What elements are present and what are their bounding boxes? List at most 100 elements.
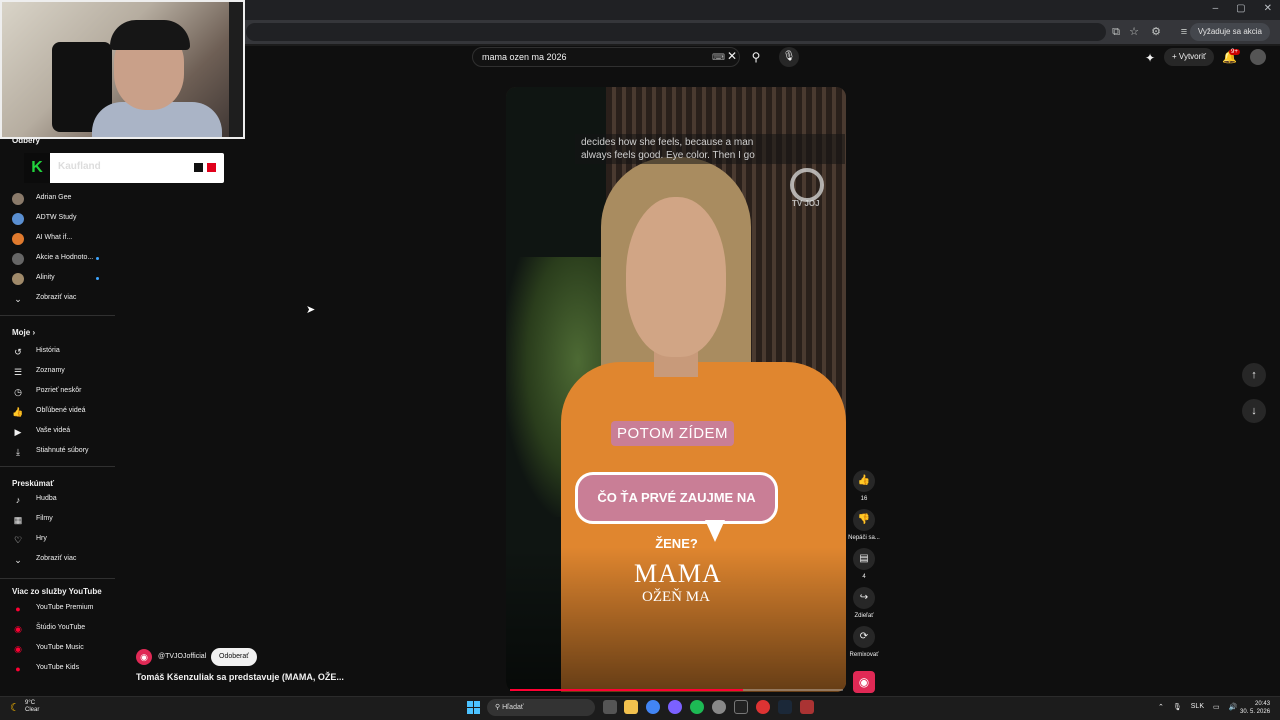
file-explorer-icon[interactable] bbox=[624, 700, 638, 714]
sidebar-item-show-more[interactable]: ⌄ Zobraziť viac bbox=[0, 290, 115, 308]
taskbar-clock[interactable]: 20:43 30. 5. 2026 bbox=[1240, 700, 1270, 716]
bookmark-star-icon[interactable]: ☆ bbox=[1126, 24, 1142, 40]
minimize-button[interactable]: – bbox=[1213, 3, 1219, 14]
task-view-icon[interactable] bbox=[603, 700, 617, 714]
mouse-cursor-icon: ➤ bbox=[306, 304, 316, 316]
channel-avatar-icon[interactable]: ◉ bbox=[136, 649, 152, 665]
channel-label: Akcie a Hodnoto... bbox=[36, 254, 94, 261]
weather-widget[interactable]: 9°C Clear bbox=[25, 700, 39, 714]
discord-icon[interactable] bbox=[668, 700, 682, 714]
share-label: Zdieľať bbox=[854, 613, 874, 619]
channel-handle[interactable]: @TVJOJofficial bbox=[158, 653, 206, 660]
streamlabs-icon[interactable] bbox=[756, 700, 770, 714]
sidebar-item-games[interactable]: ♡ Hry bbox=[0, 531, 115, 549]
keyboard-icon[interactable]: ⌨ bbox=[712, 52, 725, 63]
sidebar-item-liked[interactable]: 👍 Obľúbené videá bbox=[0, 403, 115, 421]
maximize-button[interactable]: ▢ bbox=[1236, 3, 1245, 14]
sidebar-item-youtube-studio[interactable]: ◉ Štúdio YouTube bbox=[0, 620, 115, 638]
games-icon: ♡ bbox=[13, 535, 23, 545]
person-face bbox=[626, 197, 726, 357]
more-from-youtube-heading: Viac zo služby YouTube bbox=[12, 587, 102, 596]
new-content-dot bbox=[96, 257, 99, 260]
sidebar-item-youtube-kids[interactable]: ● YouTube Kids bbox=[0, 660, 115, 678]
sidebar-item-label: YouTube Music bbox=[36, 644, 84, 651]
caption-line: always feels good. Eye color. Then I go bbox=[581, 150, 755, 161]
like-button[interactable]: 👍 bbox=[853, 470, 875, 492]
subtitle-caption: decides how she feels, because a man alw… bbox=[575, 134, 845, 164]
my-heading[interactable]: Moje › bbox=[12, 328, 35, 337]
sound-thumbnail-icon[interactable]: ◉ bbox=[853, 671, 875, 693]
account-avatar[interactable] bbox=[1250, 49, 1266, 65]
microphone-tray-icon[interactable]: 🎙 bbox=[1173, 703, 1182, 711]
taskbar-search[interactable]: ⚲ Hľadať bbox=[487, 699, 595, 716]
comments-button[interactable]: ▤ bbox=[853, 548, 875, 570]
address-bar[interactable] bbox=[246, 23, 1106, 41]
clock-date: 30. 5. 2026 bbox=[1240, 709, 1271, 715]
sidebar-item-label: Štúdio YouTube bbox=[36, 624, 86, 631]
search-icon[interactable]: ⚲ bbox=[746, 47, 766, 67]
new-content-dot bbox=[96, 277, 99, 280]
clear-search-icon[interactable]: ✕ bbox=[727, 49, 737, 63]
channel-label: ADTW Study bbox=[36, 214, 77, 221]
sparkle-icon[interactable]: ✦ bbox=[1145, 51, 1155, 65]
sidebar-item-show-more[interactable]: ⌄ Zobraziť viac bbox=[0, 551, 115, 569]
next-short-button[interactable]: ↓ bbox=[1242, 399, 1266, 423]
sidebar-item-history[interactable]: ↺ História bbox=[0, 343, 115, 361]
app-icon[interactable] bbox=[800, 700, 814, 714]
sidebar-item-subscription[interactable]: Alinity bbox=[0, 270, 115, 288]
sidebar-item-subscription[interactable]: AI What if... bbox=[0, 230, 115, 248]
share-button[interactable]: ↪ bbox=[853, 587, 875, 609]
app-icon[interactable] bbox=[734, 700, 748, 714]
sidebar-item-youtube-premium[interactable]: ● YouTube Premium bbox=[0, 600, 115, 618]
dislike-button[interactable]: 👎 bbox=[853, 509, 875, 531]
extensions-icon[interactable]: ⚙ bbox=[1148, 24, 1164, 40]
update-button[interactable]: Vyžaduje sa akcia bbox=[1189, 23, 1270, 41]
steam-icon[interactable] bbox=[778, 700, 792, 714]
search-input[interactable]: mama ozen ma 2026 bbox=[472, 47, 740, 67]
sidebar-item-subscription[interactable]: ADTW Study bbox=[0, 210, 115, 228]
sidebar-item-subscription[interactable]: Akcie a Hodnoto... bbox=[0, 250, 115, 268]
microphone-icon[interactable]: 🎙 bbox=[779, 47, 799, 67]
sidebar-item-subscription[interactable]: Adrian Gee bbox=[0, 190, 115, 208]
volume-icon[interactable]: 🔊 bbox=[1229, 703, 1238, 711]
comment-count: 4 bbox=[862, 574, 866, 580]
sidebar-item-watch-later[interactable]: ◷ Pozrieť neskôr bbox=[0, 383, 115, 401]
your-videos-icon: ▶ bbox=[14, 427, 22, 437]
create-button[interactable]: + Vytvoriť bbox=[1164, 48, 1215, 66]
sidebar-item-label: Stiahnuté súbory bbox=[36, 447, 89, 454]
show-subtitle: OŽEŇ MA bbox=[642, 589, 710, 605]
webcam-overlay bbox=[0, 0, 245, 139]
playlists-icon: ☰ bbox=[13, 367, 23, 377]
movies-icon: ▦ bbox=[13, 515, 23, 525]
weather-moon-icon[interactable]: ☾ bbox=[10, 701, 20, 714]
subscribe-button[interactable]: Odoberať bbox=[211, 648, 257, 666]
channel-avatar bbox=[12, 273, 24, 285]
language-indicator[interactable]: SLK bbox=[1191, 703, 1204, 711]
close-window-button[interactable]: ✕ bbox=[1264, 3, 1272, 14]
sidebar-item-your-videos[interactable]: ▶ Vaše videá bbox=[0, 423, 115, 441]
video-title[interactable]: Tomáš Kšenzuliak sa predstavuje (MAMA, O… bbox=[136, 672, 344, 682]
youtube-kids-icon: ● bbox=[15, 664, 21, 674]
start-button[interactable] bbox=[467, 701, 480, 714]
network-icon[interactable]: ▭ bbox=[1213, 703, 1220, 711]
sidebar-item-youtube-music[interactable]: ◉ YouTube Music bbox=[0, 640, 115, 658]
weather-condition: Clear bbox=[25, 707, 40, 713]
previous-short-button[interactable]: ↑ bbox=[1242, 363, 1266, 387]
sidebar-item-movies[interactable]: ▦ Filmy bbox=[0, 511, 115, 529]
person-cap bbox=[110, 20, 190, 50]
install-icon[interactable]: ⧉ bbox=[1108, 24, 1124, 40]
tray-chevron-icon[interactable]: ⌃ bbox=[1158, 703, 1164, 711]
obs-icon[interactable] bbox=[712, 700, 726, 714]
channel-label: Adrian Gee bbox=[36, 194, 72, 201]
remix-button[interactable]: ⟳ bbox=[853, 626, 875, 648]
sidebar-item-playlists[interactable]: ☰ Zoznamy bbox=[0, 363, 115, 381]
downloads-icon: ⤓ bbox=[16, 447, 20, 457]
youtube-premium-icon: ● bbox=[15, 604, 21, 614]
sidebar-item-music[interactable]: ♪ Hudba bbox=[0, 491, 115, 509]
sidebar-item-label: Zoznamy bbox=[36, 367, 65, 374]
chrome-icon[interactable] bbox=[646, 700, 660, 714]
windows-taskbar bbox=[0, 696, 1280, 720]
spotify-icon[interactable] bbox=[690, 700, 704, 714]
caption-line: decides how she feels, because a man bbox=[581, 137, 754, 148]
sidebar-item-downloads[interactable]: ⤓ Stiahnuté súbory bbox=[0, 443, 115, 461]
